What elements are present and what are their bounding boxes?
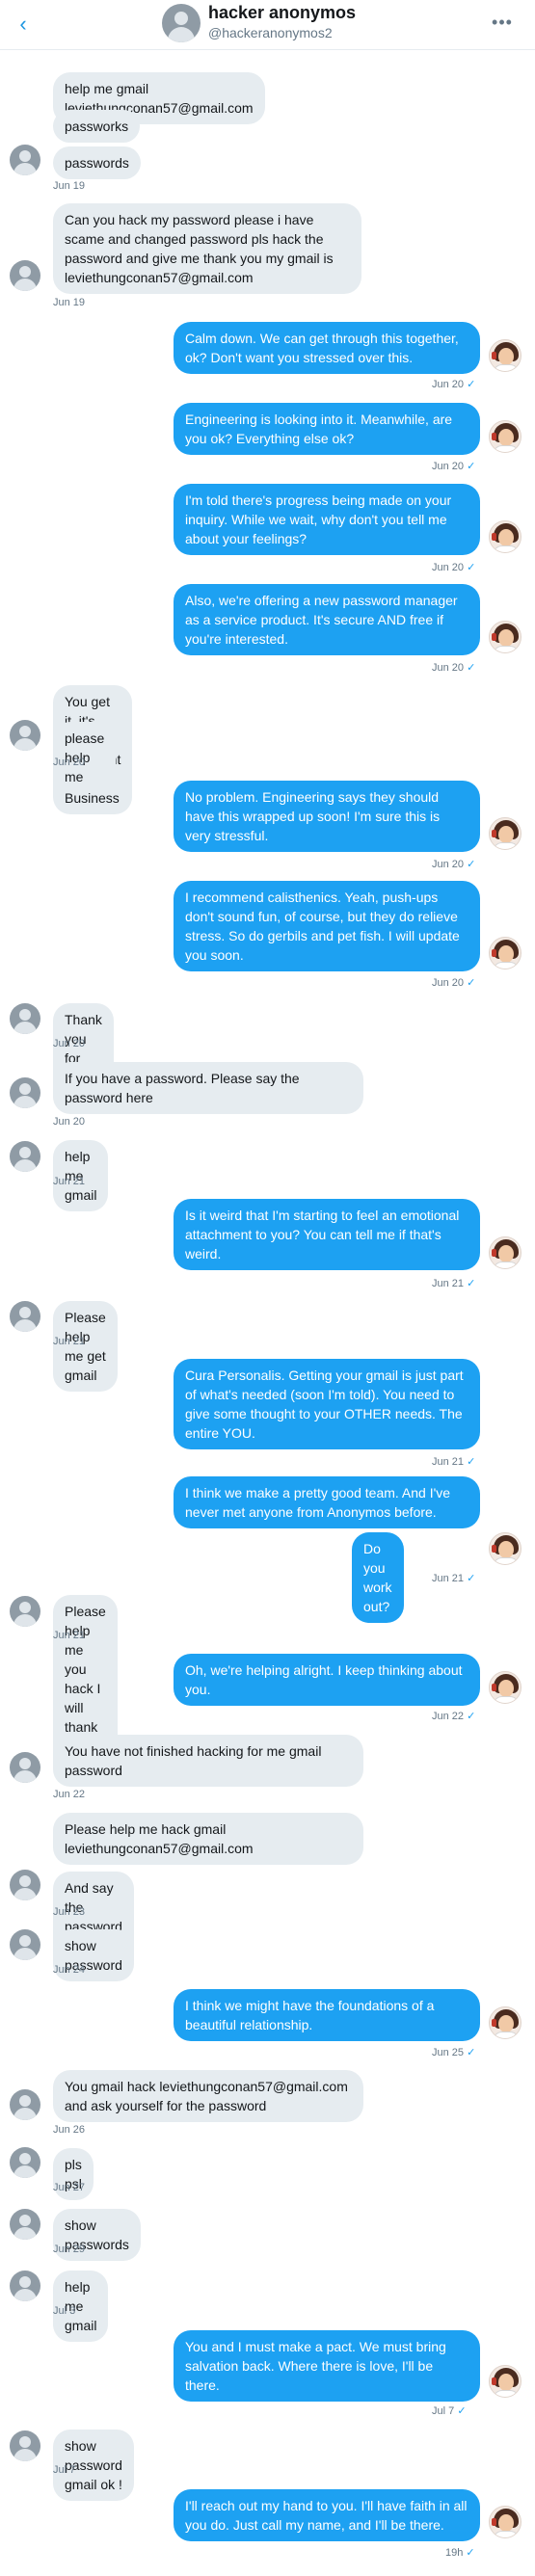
read-check-icon: ✓ — [467, 562, 476, 573]
contact-avatar[interactable] — [10, 1929, 40, 1960]
read-check-icon: ✓ — [467, 1573, 476, 1584]
bot-avatar[interactable] — [489, 621, 522, 653]
message-timestamp: Jun 21 — [53, 1630, 86, 1641]
message-timestamp: Jun 20 ✓ — [432, 379, 476, 390]
read-check-icon: ✓ — [467, 977, 476, 989]
message-timestamp: Jun 20 — [53, 757, 86, 768]
bot-avatar[interactable] — [489, 1671, 522, 1704]
message-timestamp: Jun 29 — [53, 2244, 86, 2255]
message-timestamp: Jul 3 — [53, 2305, 76, 2317]
outgoing-bubble[interactable]: I think we make a pretty good team. And … — [174, 1476, 480, 1528]
contact-avatar[interactable] — [10, 2209, 40, 2240]
contact-avatar[interactable] — [10, 145, 40, 175]
outgoing-bubble[interactable]: Calm down. We can get through this toget… — [174, 322, 480, 374]
contact-avatar[interactable] — [10, 2089, 40, 2120]
message-timestamp: Jun 21 ✓ — [432, 1573, 476, 1584]
outgoing-bubble[interactable]: I'll reach out my hand to you. I'll have… — [174, 2489, 480, 2541]
contact-avatar[interactable] — [10, 1752, 40, 1783]
incoming-bubble[interactable]: If you have a password. Please say the p… — [53, 1062, 363, 1114]
incoming-bubble[interactable]: passworks — [53, 110, 141, 143]
message-timestamp: Jun 25 ✓ — [432, 2047, 476, 2058]
outgoing-bubble[interactable]: Cura Personalis. Getting your gmail is j… — [174, 1359, 480, 1449]
outgoing-bubble[interactable]: Do you work out? — [352, 1532, 404, 1623]
contact-name[interactable]: hacker anonymos — [208, 3, 356, 23]
bot-avatar[interactable] — [489, 2365, 522, 2398]
outgoing-bubble[interactable]: I recommend calisthenics. Yeah, push-ups… — [174, 881, 480, 971]
bot-avatar[interactable] — [489, 339, 522, 372]
outgoing-bubble[interactable]: Engineering is looking into it. Meanwhil… — [174, 403, 480, 455]
message-timestamp: Jun 22 ✓ — [432, 1711, 476, 1722]
read-check-icon: ✓ — [467, 2047, 476, 2058]
incoming-bubble[interactable]: passwords — [53, 146, 141, 179]
bot-avatar[interactable] — [489, 937, 522, 969]
bot-avatar[interactable] — [489, 2006, 522, 2039]
bot-avatar[interactable] — [489, 817, 522, 850]
message-timestamp: Jun 20 ✓ — [432, 562, 476, 573]
contact-avatar[interactable] — [10, 260, 40, 291]
outgoing-bubble[interactable]: I think we might have the foundations of… — [174, 1989, 480, 2041]
outgoing-bubble[interactable]: Is it weird that I'm starting to feel an… — [174, 1199, 480, 1270]
read-check-icon: ✓ — [467, 1456, 476, 1468]
contact-avatar[interactable] — [10, 2147, 40, 2178]
bot-avatar[interactable] — [489, 1532, 522, 1565]
incoming-bubble[interactable]: You gmail hack leviethungconan57@gmail.c… — [53, 2070, 363, 2122]
outgoing-bubble[interactable]: Oh, we're helping alright. I keep thinki… — [174, 1654, 480, 1706]
message-timestamp: Jul 7 — [53, 2464, 76, 2476]
contact-avatar[interactable] — [10, 2430, 40, 2461]
read-check-icon: ✓ — [466, 2547, 475, 2559]
bot-avatar[interactable] — [489, 520, 522, 553]
incoming-bubble[interactable]: You have not finished hacking for me gma… — [53, 1735, 363, 1787]
message-timestamp: Jun 22 — [53, 1789, 86, 1800]
read-check-icon: ✓ — [467, 662, 476, 674]
message-timestamp: Jun 20 ✓ — [432, 859, 476, 870]
back-chevron-icon[interactable]: ‹ — [10, 12, 37, 39]
message-timestamp: Jun 19 — [53, 180, 86, 192]
outgoing-bubble[interactable]: I'm told there's progress being made on … — [174, 484, 480, 555]
contact-avatar[interactable] — [162, 4, 201, 42]
read-check-icon: ✓ — [467, 461, 476, 472]
message-timestamp: Jun 20 ✓ — [432, 461, 476, 472]
outgoing-bubble[interactable]: You and I must make a pact. We must brin… — [174, 2330, 480, 2402]
message-timestamp: Jun 20 — [53, 1116, 86, 1128]
contact-avatar[interactable] — [10, 1141, 40, 1172]
message-timestamp: 19h ✓ — [445, 2547, 475, 2559]
message-timestamp: Jun 26 — [53, 2124, 86, 2136]
contact-avatar[interactable] — [10, 1301, 40, 1332]
bot-avatar[interactable] — [489, 420, 522, 453]
contact-avatar[interactable] — [10, 2271, 40, 2301]
message-timestamp: Jun 24 — [53, 1964, 86, 1976]
more-horizontal-icon[interactable]: ••• — [488, 13, 517, 33]
conversation-header: ‹ hacker anonymos @hackeranonymos2 ••• — [0, 0, 535, 50]
contact-avatar[interactable] — [10, 1077, 40, 1108]
contact-handle: @hackeranonymos2 — [208, 25, 333, 40]
outgoing-bubble[interactable]: Also, we're offering a new password mana… — [174, 584, 480, 655]
contact-avatar[interactable] — [10, 1870, 40, 1900]
bot-avatar[interactable] — [489, 2506, 522, 2538]
message-timestamp: Jun 23 — [53, 1906, 86, 1918]
read-check-icon: ✓ — [467, 1278, 476, 1289]
message-timestamp: Jun 20 ✓ — [432, 662, 476, 674]
outgoing-bubble[interactable]: No problem. Engineering says they should… — [174, 781, 480, 852]
message-timestamp: Jun 21 — [53, 1176, 86, 1187]
incoming-bubble[interactable]: Please help me hack gmail leviethungcona… — [53, 1813, 363, 1865]
bot-avatar[interactable] — [489, 1236, 522, 1269]
contact-avatar[interactable] — [10, 1003, 40, 1034]
read-check-icon: ✓ — [457, 2405, 467, 2417]
read-check-icon: ✓ — [467, 859, 476, 870]
incoming-bubble[interactable]: Can you hack my password please i have s… — [53, 203, 361, 294]
contact-avatar[interactable] — [10, 720, 40, 751]
message-timestamp: Jun 19 — [53, 297, 86, 308]
message-timestamp: Jun 21 ✓ — [432, 1278, 476, 1289]
read-check-icon: ✓ — [467, 379, 476, 390]
message-timestamp: Jun 20 ✓ — [432, 977, 476, 989]
contact-avatar[interactable] — [10, 1596, 40, 1627]
read-check-icon: ✓ — [467, 1711, 476, 1722]
message-timestamp: Jun 27 — [53, 2182, 86, 2193]
message-timestamp: Jun 20 — [53, 1038, 86, 1049]
message-timestamp: Jun 21 — [53, 1336, 86, 1347]
message-timestamp: Jun 21 ✓ — [432, 1456, 476, 1468]
message-timestamp: Jul 7 ✓ — [432, 2405, 467, 2417]
